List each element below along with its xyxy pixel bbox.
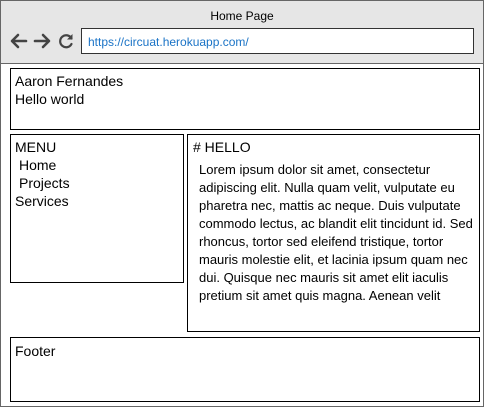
back-arrow-icon[interactable] (9, 31, 29, 51)
header-greeting: Hello world (15, 91, 85, 107)
forward-arrow-icon[interactable] (32, 31, 52, 51)
menu-item-home[interactable]: Home (19, 156, 56, 174)
browser-window: Home Page https://circuat.herokuapp.com/… (0, 0, 484, 407)
header-section: Aaron Fernandes Hello world (10, 68, 480, 130)
menu-title: MENU (15, 139, 57, 155)
menu-item-projects[interactable]: Projects (19, 174, 70, 192)
reload-icon[interactable] (56, 31, 76, 51)
menu-item-services[interactable]: Services (15, 192, 69, 210)
window-title: Home Page (210, 9, 274, 23)
footer-section: Footer (10, 337, 480, 402)
footer-label: Footer (15, 343, 56, 359)
content-heading: # HELLO (193, 139, 251, 155)
content-panel: # HELLO Lorem ipsum dolor sit amet, cons… (187, 134, 480, 332)
url-text: https://circuat.herokuapp.com/ (88, 35, 249, 49)
content-body: Lorem ipsum dolor sit amet, consectetur … (199, 162, 473, 303)
address-bar[interactable]: https://circuat.herokuapp.com/ (81, 28, 474, 54)
menu-panel: MENU Home Projects Services (10, 134, 184, 283)
header-name: Aaron Fernandes (15, 73, 124, 89)
browser-titlebar: Home Page https://circuat.herokuapp.com/ (1, 1, 483, 64)
